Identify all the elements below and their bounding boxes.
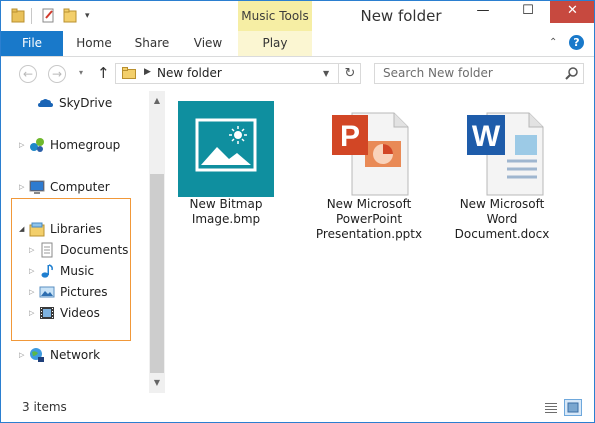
forward-arrow-icon: → bbox=[51, 67, 63, 81]
tab-play[interactable]: Play bbox=[238, 31, 312, 56]
status-bar: 3 items bbox=[1, 394, 594, 422]
expand-arrow-icon[interactable]: ▷ bbox=[19, 346, 24, 364]
nav-item-label: SkyDrive bbox=[59, 96, 113, 110]
scrollbar-thumb[interactable] bbox=[150, 174, 164, 373]
expand-arrow-icon[interactable]: ▷ bbox=[19, 136, 24, 154]
address-bar[interactable]: ▶ New folder ▼ ↻ bbox=[115, 63, 361, 84]
network-icon bbox=[30, 348, 44, 362]
customize-qat-chevron-icon[interactable]: ▾ bbox=[85, 12, 90, 21]
forward-button[interactable]: → bbox=[48, 65, 66, 83]
tab-file[interactable]: File bbox=[1, 31, 63, 56]
nav-item-label: Computer bbox=[50, 180, 110, 194]
title-bar: ▾ Music Tools New folder — ☐ ✕ bbox=[1, 1, 594, 31]
ribbon-expand-chevron-icon[interactable]: ⌃ bbox=[549, 36, 557, 50]
window-title: New folder bbox=[360, 7, 442, 25]
ribbon-tab-bar: File Home Share View Play ⌃ ? bbox=[1, 31, 594, 57]
large-icons-view-button[interactable] bbox=[564, 399, 582, 416]
details-view-icon bbox=[545, 403, 557, 413]
nav-item-label: Network bbox=[50, 348, 101, 362]
file-name: New Microsoft Word Document.docx bbox=[454, 197, 550, 241]
folder-icon bbox=[122, 67, 136, 79]
search-box[interactable]: Search New folder bbox=[374, 63, 584, 84]
nav-pane-scrollbar[interactable]: ▲ ▼ bbox=[149, 91, 165, 393]
powerpoint-icon: P bbox=[320, 99, 418, 197]
folder-properties-icon[interactable] bbox=[11, 8, 26, 23]
file-item-bitmap[interactable]: New Bitmap Image.bmp bbox=[167, 99, 285, 227]
search-placeholder: Search New folder bbox=[383, 66, 493, 80]
nav-item-homegroup[interactable]: ▷ Homegroup bbox=[19, 136, 139, 154]
refresh-icon[interactable]: ↻ bbox=[338, 64, 361, 83]
nav-item-label: Homegroup bbox=[50, 138, 121, 152]
scroll-down-arrow-icon[interactable]: ▼ bbox=[149, 375, 165, 391]
expand-arrow-icon[interactable]: ▷ bbox=[19, 178, 24, 196]
large-icons-view-icon bbox=[567, 402, 579, 413]
scroll-up-arrow-icon[interactable]: ▲ bbox=[149, 93, 165, 109]
item-count: 3 items bbox=[22, 400, 67, 414]
search-icon[interactable] bbox=[564, 66, 580, 82]
homegroup-icon bbox=[30, 138, 44, 152]
explorer-window: ▾ Music Tools New folder — ☐ ✕ File Home… bbox=[0, 0, 595, 423]
up-arrow-icon[interactable]: ↑ bbox=[97, 64, 110, 82]
close-button[interactable]: ✕ bbox=[550, 1, 594, 23]
recent-locations-chevron-icon[interactable]: ▾ bbox=[79, 68, 83, 77]
word-icon: W bbox=[453, 99, 551, 197]
close-icon: ✕ bbox=[567, 3, 578, 18]
minimize-icon: — bbox=[476, 3, 490, 18]
tab-share[interactable]: Share bbox=[125, 31, 179, 56]
maximize-button[interactable]: ☐ bbox=[506, 1, 550, 23]
minimize-button[interactable]: — bbox=[461, 1, 505, 23]
file-list-pane: New Bitmap Image.bmp P New Microsoft Pow… bbox=[167, 91, 594, 393]
file-item-powerpoint[interactable]: P New Microsoft PowerPoint Presentation.… bbox=[310, 99, 428, 242]
nav-item-computer[interactable]: ▷ Computer bbox=[19, 178, 139, 196]
details-view-button[interactable] bbox=[542, 399, 560, 416]
breadcrumb-current-folder[interactable]: New folder bbox=[157, 66, 222, 80]
file-item-word[interactable]: W New Microsoft Word Document.docx bbox=[443, 99, 561, 242]
navigation-pane: SkyDrive ▷ Homegroup ▷ Computer ◢ Librar… bbox=[1, 91, 149, 393]
help-icon[interactable]: ? bbox=[569, 35, 584, 50]
libraries-highlight-box bbox=[11, 198, 131, 341]
new-folder-icon[interactable] bbox=[63, 8, 78, 23]
back-arrow-icon: ← bbox=[22, 67, 34, 81]
qat-separator bbox=[31, 8, 32, 24]
computer-icon bbox=[29, 180, 45, 194]
back-button[interactable]: ← bbox=[19, 65, 37, 83]
file-name: New Microsoft PowerPoint Presentation.pp… bbox=[315, 197, 423, 241]
svg-text:W: W bbox=[472, 120, 501, 153]
navigation-bar: ← → ▾ ↑ ▶ New folder ▼ ↻ Search New fold… bbox=[1, 57, 594, 91]
tab-view[interactable]: View bbox=[181, 31, 235, 56]
bitmap-image-icon bbox=[177, 99, 275, 197]
svg-text:P: P bbox=[340, 120, 360, 153]
nav-item-network[interactable]: ▷ Network bbox=[19, 346, 139, 364]
address-dropdown-icon[interactable]: ▼ bbox=[323, 69, 329, 78]
maximize-icon: ☐ bbox=[522, 3, 534, 18]
properties-icon[interactable] bbox=[41, 8, 56, 23]
breadcrumb-chevron-icon[interactable]: ▶ bbox=[144, 67, 151, 77]
file-name: New Bitmap Image.bmp bbox=[189, 197, 263, 226]
context-tab-group-label: Music Tools bbox=[238, 1, 312, 31]
skydrive-icon bbox=[38, 99, 53, 107]
nav-item-skydrive[interactable]: SkyDrive bbox=[19, 94, 139, 112]
tab-home[interactable]: Home bbox=[67, 31, 121, 56]
